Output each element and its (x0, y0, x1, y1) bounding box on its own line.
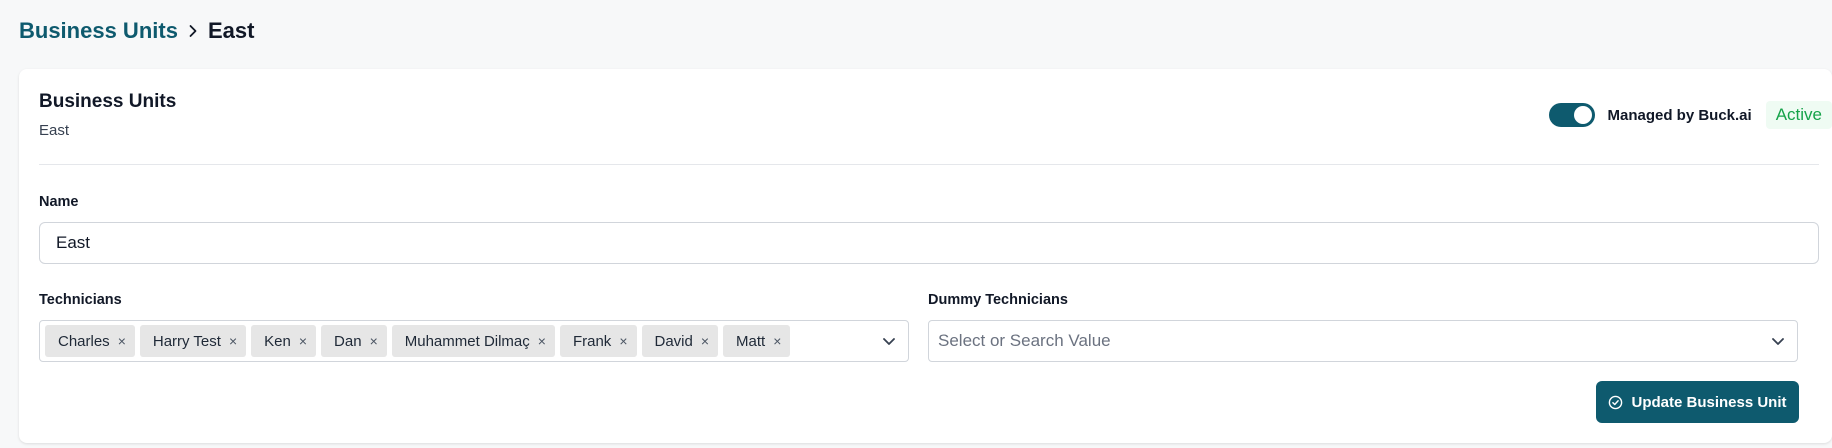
update-button-label: Update Business Unit (1631, 393, 1787, 411)
remove-tag-icon[interactable]: × (773, 334, 781, 348)
breadcrumb-current: East (207, 18, 255, 43)
chevron-right-icon (186, 24, 200, 38)
technicians-multiselect[interactable]: Charles × Harry Test × Ken × Dan × Muhammet Dilm… (39, 320, 909, 362)
remove-tag-icon[interactable]: × (118, 334, 126, 348)
breadcrumb: Business Units East (19, 18, 254, 44)
managed-toggle[interactable] (1549, 103, 1596, 127)
technician-tag: Harry Test × (139, 325, 247, 357)
remove-tag-icon[interactable]: × (619, 334, 627, 348)
technicians-tag-list: Charles × Harry Test × Ken × Dan × Muhammet Dilm… (45, 325, 795, 357)
technician-tag: Muhammet Dilmaç × (391, 325, 555, 357)
name-input[interactable] (39, 222, 1819, 264)
technician-tag: Frank × (559, 325, 637, 357)
business-unit-card: Business Units East Managed by Buck.ai A… (19, 69, 1832, 443)
toggle-knob (1574, 106, 1593, 124)
technician-tag-label: David (654, 332, 693, 350)
status-badge: Active (1765, 101, 1832, 129)
remove-tag-icon[interactable]: × (229, 334, 237, 348)
technicians-label: Technicians (39, 292, 122, 308)
technician-tag-label: Muhammet Dilmaç (404, 332, 530, 350)
dummy-technicians-placeholder: Select or Search Value (938, 331, 1111, 350)
chevron-down-icon[interactable] (1769, 332, 1787, 350)
technician-tag: Charles × (45, 325, 135, 357)
dummy-technicians-label: Dummy Technicians (928, 292, 1068, 308)
technician-tag-label: Dan (334, 332, 362, 350)
technician-tag-label: Frank (572, 332, 612, 350)
managed-label: Managed by Buck.ai (1607, 106, 1752, 124)
card-title: Business Units (39, 91, 177, 112)
technician-tag-label: Matt (736, 332, 766, 350)
remove-tag-icon[interactable]: × (538, 334, 546, 348)
check-circle-icon (1609, 395, 1623, 409)
technician-tag-label: Harry Test (152, 332, 221, 350)
breadcrumb-business-units-link[interactable]: Business Units (19, 18, 178, 44)
technician-tag: Ken × (251, 325, 317, 357)
technician-tag: Matt × (723, 325, 791, 357)
technician-tag: David × (641, 325, 719, 357)
chevron-down-icon[interactable] (880, 332, 898, 350)
card-subtitle: East (39, 122, 70, 139)
dummy-technicians-select[interactable]: Select or Search Value (928, 320, 1798, 362)
remove-tag-icon[interactable]: × (701, 334, 709, 348)
remove-tag-icon[interactable]: × (370, 334, 378, 348)
technician-tag-label: Charles (58, 332, 110, 350)
card-header-actions: Managed by Buck.ai Active (1549, 101, 1832, 129)
technician-tag: Dan × (321, 325, 387, 357)
update-business-unit-button[interactable]: Update Business Unit (1596, 381, 1799, 423)
divider (39, 164, 1819, 165)
name-label: Name (39, 194, 79, 210)
technician-tag-label: Ken (264, 332, 291, 350)
remove-tag-icon[interactable]: × (299, 334, 307, 348)
